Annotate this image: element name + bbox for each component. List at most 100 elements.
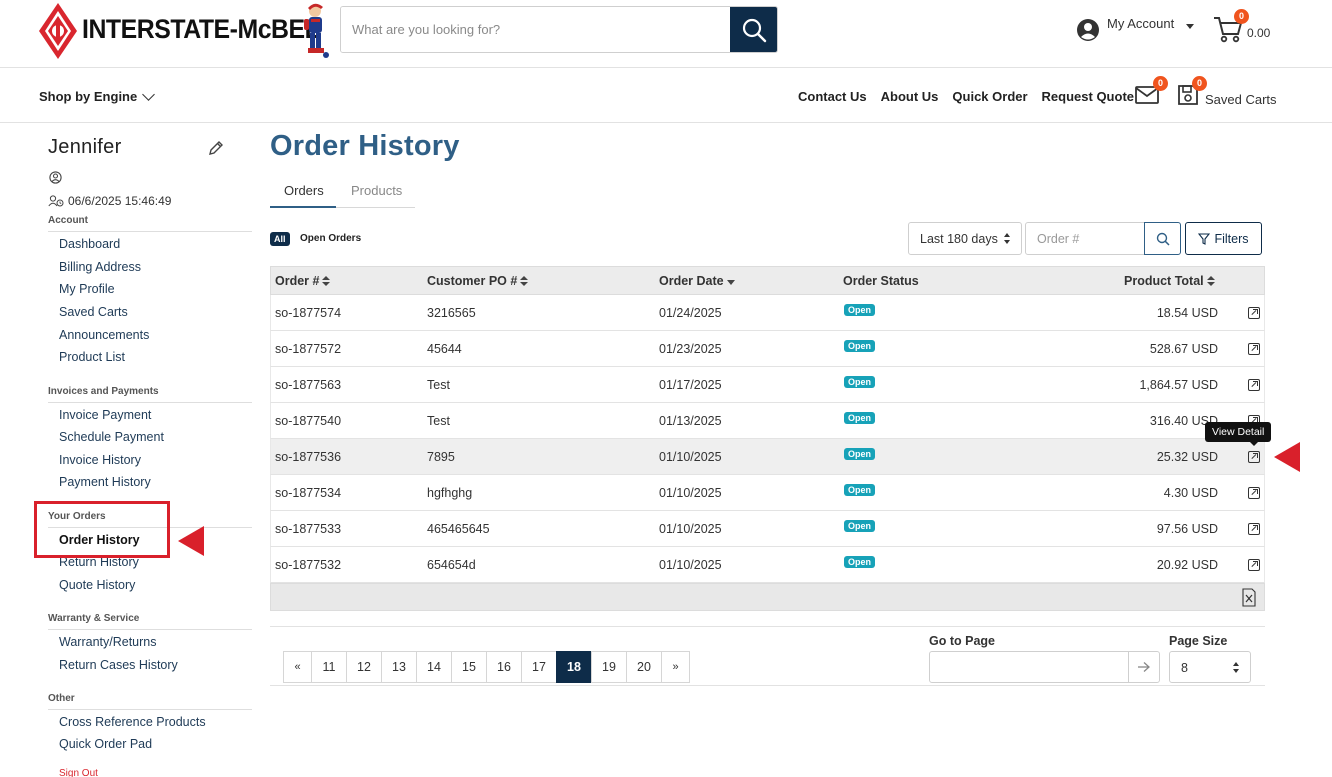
cell-order-number[interactable]: so-1877533 xyxy=(275,522,341,536)
sort-icon xyxy=(520,276,529,286)
page-button[interactable]: 13 xyxy=(381,651,417,683)
go-to-page-button[interactable] xyxy=(1128,651,1160,683)
page-button[interactable]: 11 xyxy=(311,651,347,683)
table-row[interactable]: so-1877533 465465645 01/10/2025 Open 97.… xyxy=(270,511,1265,547)
edit-pencil-icon[interactable] xyxy=(208,140,224,156)
sign-out-link[interactable]: Sign Out xyxy=(59,768,98,777)
arrow-right-icon xyxy=(1138,662,1150,672)
cart-total: 0.00 xyxy=(1247,26,1271,40)
cell-order-date: 01/13/2025 xyxy=(659,414,722,428)
sidebar-item-product-list[interactable]: Product List xyxy=(59,350,125,364)
search-input[interactable] xyxy=(341,7,731,52)
table-row[interactable]: so-1877532 654654d 01/10/2025 Open 20.92… xyxy=(270,547,1265,583)
date-range-select[interactable]: Last 180 days xyxy=(908,222,1022,255)
cell-order-date: 01/10/2025 xyxy=(659,486,722,500)
page-button[interactable]: 20 xyxy=(626,651,662,683)
table-row[interactable]: so-1877563 Test 01/17/2025 Open 1,864.57… xyxy=(270,367,1265,403)
search-button[interactable] xyxy=(730,7,777,52)
cell-product-total: 1,864.57 USD xyxy=(1139,378,1218,392)
view-detail-icon[interactable] xyxy=(1248,343,1260,355)
sidebar-item-my-profile[interactable]: My Profile xyxy=(59,282,115,296)
nav-links: Contact Us About Us Quick Order Request … xyxy=(798,89,1148,104)
view-detail-icon[interactable] xyxy=(1248,307,1260,319)
filters-button[interactable]: Filters xyxy=(1185,222,1262,255)
col-customer-po[interactable]: Customer PO # xyxy=(427,274,529,288)
status-badge: Open xyxy=(844,556,876,568)
sort-desc-icon xyxy=(726,280,735,285)
filter-all-chip[interactable]: All xyxy=(270,232,290,246)
tab-products[interactable]: Products xyxy=(351,183,402,198)
go-to-page-input[interactable] xyxy=(929,651,1129,683)
sidebar-item-saved-carts[interactable]: Saved Carts xyxy=(59,305,128,319)
sort-icon xyxy=(322,276,331,286)
mail-count-badge: 0 xyxy=(1153,76,1168,91)
sidebar-item-announcements[interactable]: Announcements xyxy=(59,328,149,342)
cell-order-date: 01/10/2025 xyxy=(659,450,722,464)
sidebar-item-dashboard[interactable]: Dashboard xyxy=(59,237,120,251)
sidebar-item-cross-reference-products[interactable]: Cross Reference Products xyxy=(59,715,206,729)
sidebar-item-payment-history[interactable]: Payment History xyxy=(59,475,151,489)
my-account-menu[interactable]: My Account xyxy=(1076,14,1195,44)
date-range-value: Last 180 days xyxy=(920,232,998,246)
cell-customer-po: Test xyxy=(427,414,450,428)
view-detail-icon[interactable] xyxy=(1248,379,1260,391)
view-detail-icon[interactable] xyxy=(1248,451,1260,463)
cell-order-number[interactable]: so-1877563 xyxy=(275,378,341,392)
page-button[interactable]: 17 xyxy=(521,651,557,683)
table-row[interactable]: so-1877534 hgfhghg 01/10/2025 Open 4.30 … xyxy=(270,475,1265,511)
shop-by-engine-menu[interactable]: Shop by Engine xyxy=(39,87,156,104)
table-row[interactable]: so-1877572 45644 01/23/2025 Open 528.67 … xyxy=(270,331,1265,367)
page-button-current[interactable]: 18 xyxy=(556,651,592,683)
cell-product-total: 528.67 USD xyxy=(1149,342,1218,356)
go-to-page-label: Go to Page xyxy=(929,634,995,648)
view-detail-icon[interactable] xyxy=(1248,487,1260,499)
page-last-button[interactable]: » xyxy=(661,651,690,683)
col-order-number[interactable]: Order # xyxy=(275,274,331,288)
tab-orders[interactable]: Orders xyxy=(284,183,324,198)
sidebar-item-quote-history[interactable]: Quote History xyxy=(59,578,135,592)
sidebar-item-billing-address[interactable]: Billing Address xyxy=(59,260,141,274)
table-row[interactable]: so-1877540 Test 01/13/2025 Open 316.40 U… xyxy=(270,403,1265,439)
order-search-button[interactable] xyxy=(1144,222,1181,255)
nav-contact-us[interactable]: Contact Us xyxy=(798,89,867,104)
cell-product-total: 97.56 USD xyxy=(1156,522,1218,536)
view-detail-icon[interactable] xyxy=(1248,559,1260,571)
export-excel-icon[interactable] xyxy=(1242,588,1256,607)
sidebar-item-invoice-payment[interactable]: Invoice Payment xyxy=(59,408,151,422)
page-first-button[interactable]: « xyxy=(283,651,312,683)
annotation-arrow-icon xyxy=(1274,442,1300,472)
page-button[interactable]: 15 xyxy=(451,651,487,683)
order-number-input[interactable] xyxy=(1025,222,1145,255)
view-detail-icon[interactable] xyxy=(1248,523,1260,535)
sidebar-item-schedule-payment[interactable]: Schedule Payment xyxy=(59,430,164,444)
page-size-select[interactable]: 8 xyxy=(1169,651,1251,683)
col-order-date[interactable]: Order Date xyxy=(659,274,735,288)
account-icon xyxy=(1077,19,1099,41)
page-button[interactable]: 14 xyxy=(416,651,452,683)
cell-customer-po: hgfhghg xyxy=(427,486,473,500)
cell-order-number[interactable]: so-1877536 xyxy=(275,450,341,464)
table-row[interactable]: so-1877536 7895 01/10/2025 Open 25.32 US… xyxy=(270,439,1265,475)
filter-funnel-icon xyxy=(1198,232,1211,245)
site-logo[interactable]: INTERSTATE-McBEE xyxy=(38,2,333,60)
col-product-total[interactable]: Product Total xyxy=(1124,274,1215,288)
filter-open-orders[interactable]: Open Orders xyxy=(300,233,361,244)
nav-request-quote[interactable]: Request Quote xyxy=(1042,89,1134,104)
cell-order-number[interactable]: so-1877574 xyxy=(275,306,341,320)
table-row[interactable]: so-1877574 3216565 01/24/2025 Open 18.54… xyxy=(270,295,1265,331)
page-button[interactable]: 19 xyxy=(591,651,627,683)
page-button[interactable]: 12 xyxy=(346,651,382,683)
sidebar-item-invoice-history[interactable]: Invoice History xyxy=(59,453,141,467)
saved-carts-link[interactable]: Saved Carts xyxy=(1205,92,1277,107)
nav-about-us[interactable]: About Us xyxy=(881,89,939,104)
cell-order-number[interactable]: so-1877534 xyxy=(275,486,341,500)
cell-order-number[interactable]: so-1877540 xyxy=(275,414,341,428)
cell-order-number[interactable]: so-1877572 xyxy=(275,342,341,356)
nav-quick-order[interactable]: Quick Order xyxy=(952,89,1027,104)
sidebar-item-warranty-returns[interactable]: Warranty/Returns xyxy=(59,635,156,649)
cell-order-date: 01/10/2025 xyxy=(659,522,722,536)
page-button[interactable]: 16 xyxy=(486,651,522,683)
sidebar-item-quick-order-pad[interactable]: Quick Order Pad xyxy=(59,737,152,751)
sidebar-item-return-cases-history[interactable]: Return Cases History xyxy=(59,658,178,672)
cell-order-number[interactable]: so-1877532 xyxy=(275,558,341,572)
